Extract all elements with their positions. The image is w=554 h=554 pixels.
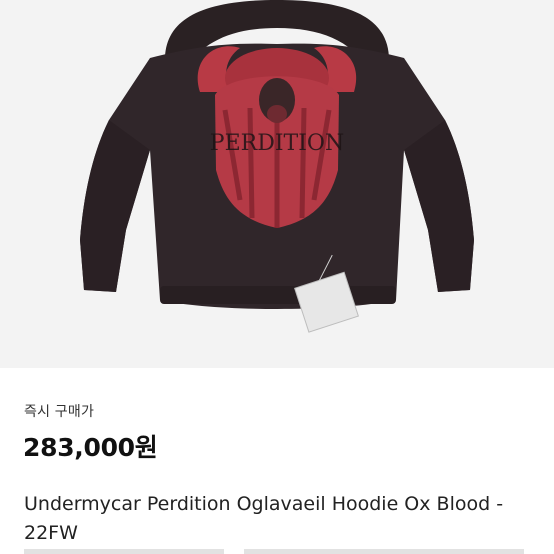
- truncated-description: [24, 549, 524, 554]
- product-page: PERDITION 즉시 구매가 283,000원 Undermycar Per…: [0, 0, 554, 554]
- listing-info: 즉시 구매가 283,000원 Undermycar Perdition Ogl…: [0, 368, 554, 554]
- purchase-type-label: 즉시 구매가: [24, 404, 95, 420]
- product-image[interactable]: PERDITION: [0, 0, 554, 368]
- hoodie-photo: PERDITION: [0, 0, 554, 368]
- graphic-print-text: PERDITION: [210, 131, 344, 156]
- product-title[interactable]: Undermycar Perdition Oglavaeil Hoodie Ox…: [24, 490, 544, 548]
- price: 283,000원: [23, 433, 158, 462]
